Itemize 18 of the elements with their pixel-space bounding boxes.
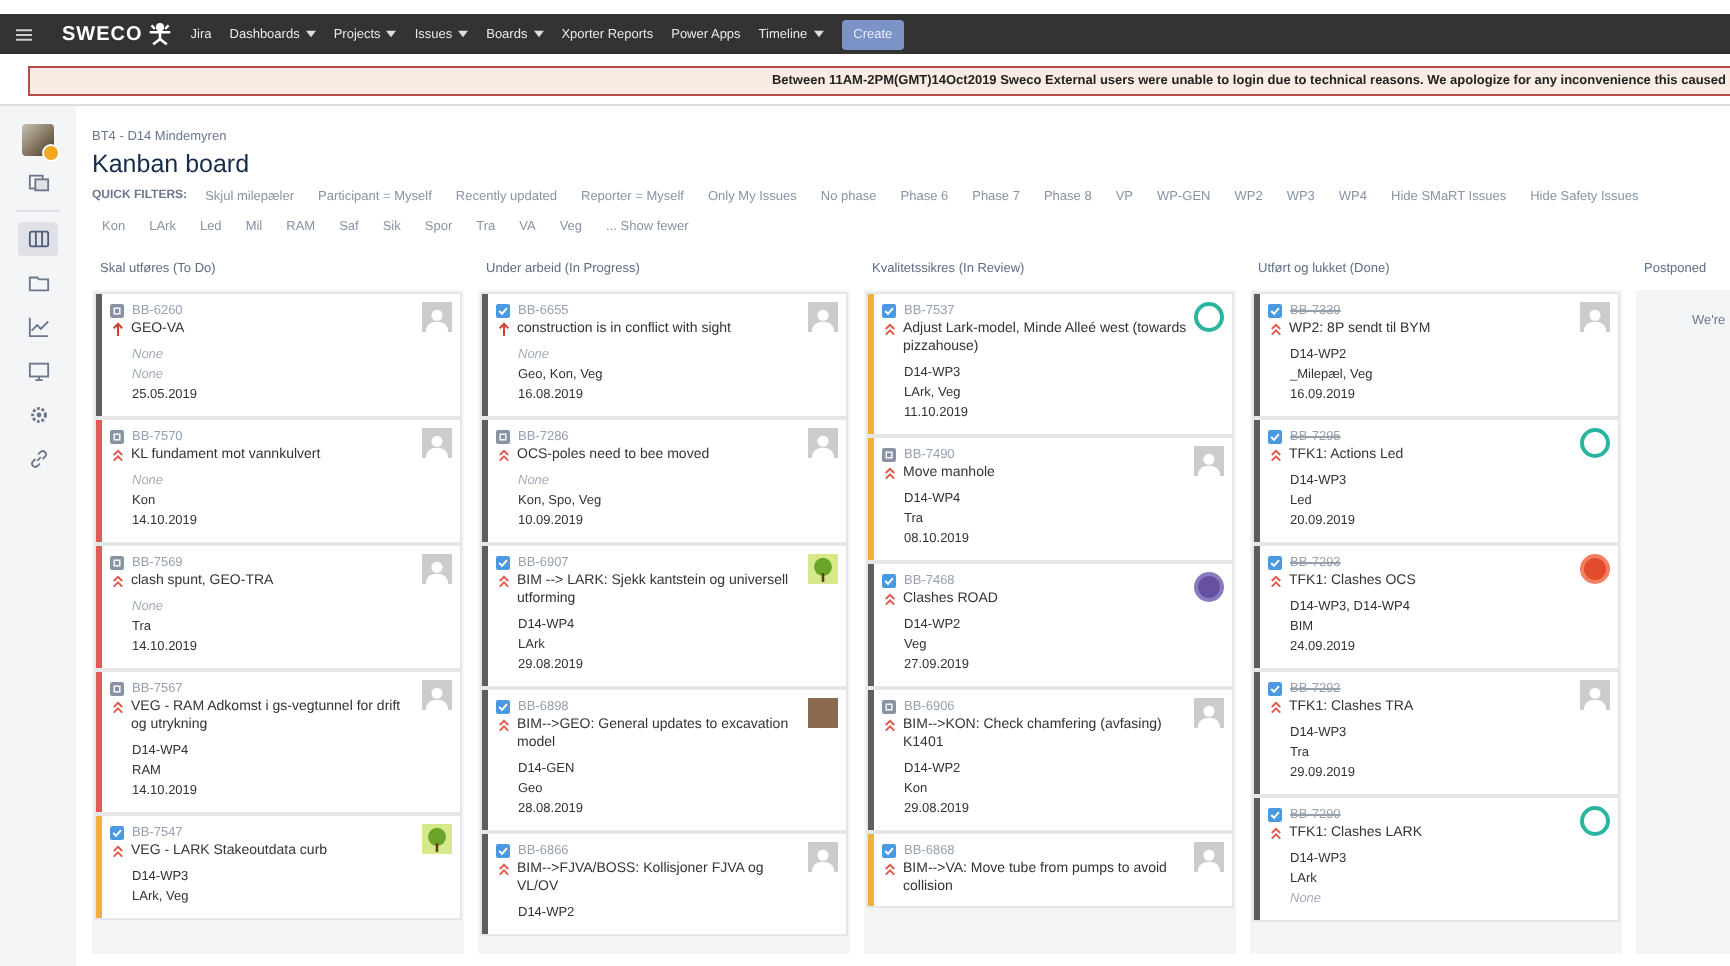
menu-icon[interactable] [16,27,32,41]
caret-icon [458,30,469,38]
caret-icon [305,30,316,38]
project-avatar[interactable] [22,124,54,156]
caret-icon [533,30,544,38]
link-icon [27,448,49,470]
chart-icon [27,316,49,338]
sidebar-item[interactable] [18,222,58,256]
pages-icon [27,172,49,194]
caret-icon [386,30,397,38]
folder-icon [27,272,49,294]
monitor-icon [27,360,49,382]
settings-icon [27,404,49,426]
caret-icon [813,30,824,38]
logo-text[interactable]: SWECO [62,23,143,45]
figure-logo-icon [148,22,173,46]
board-icon [27,228,49,250]
page-title: Kanban board [92,150,252,178]
